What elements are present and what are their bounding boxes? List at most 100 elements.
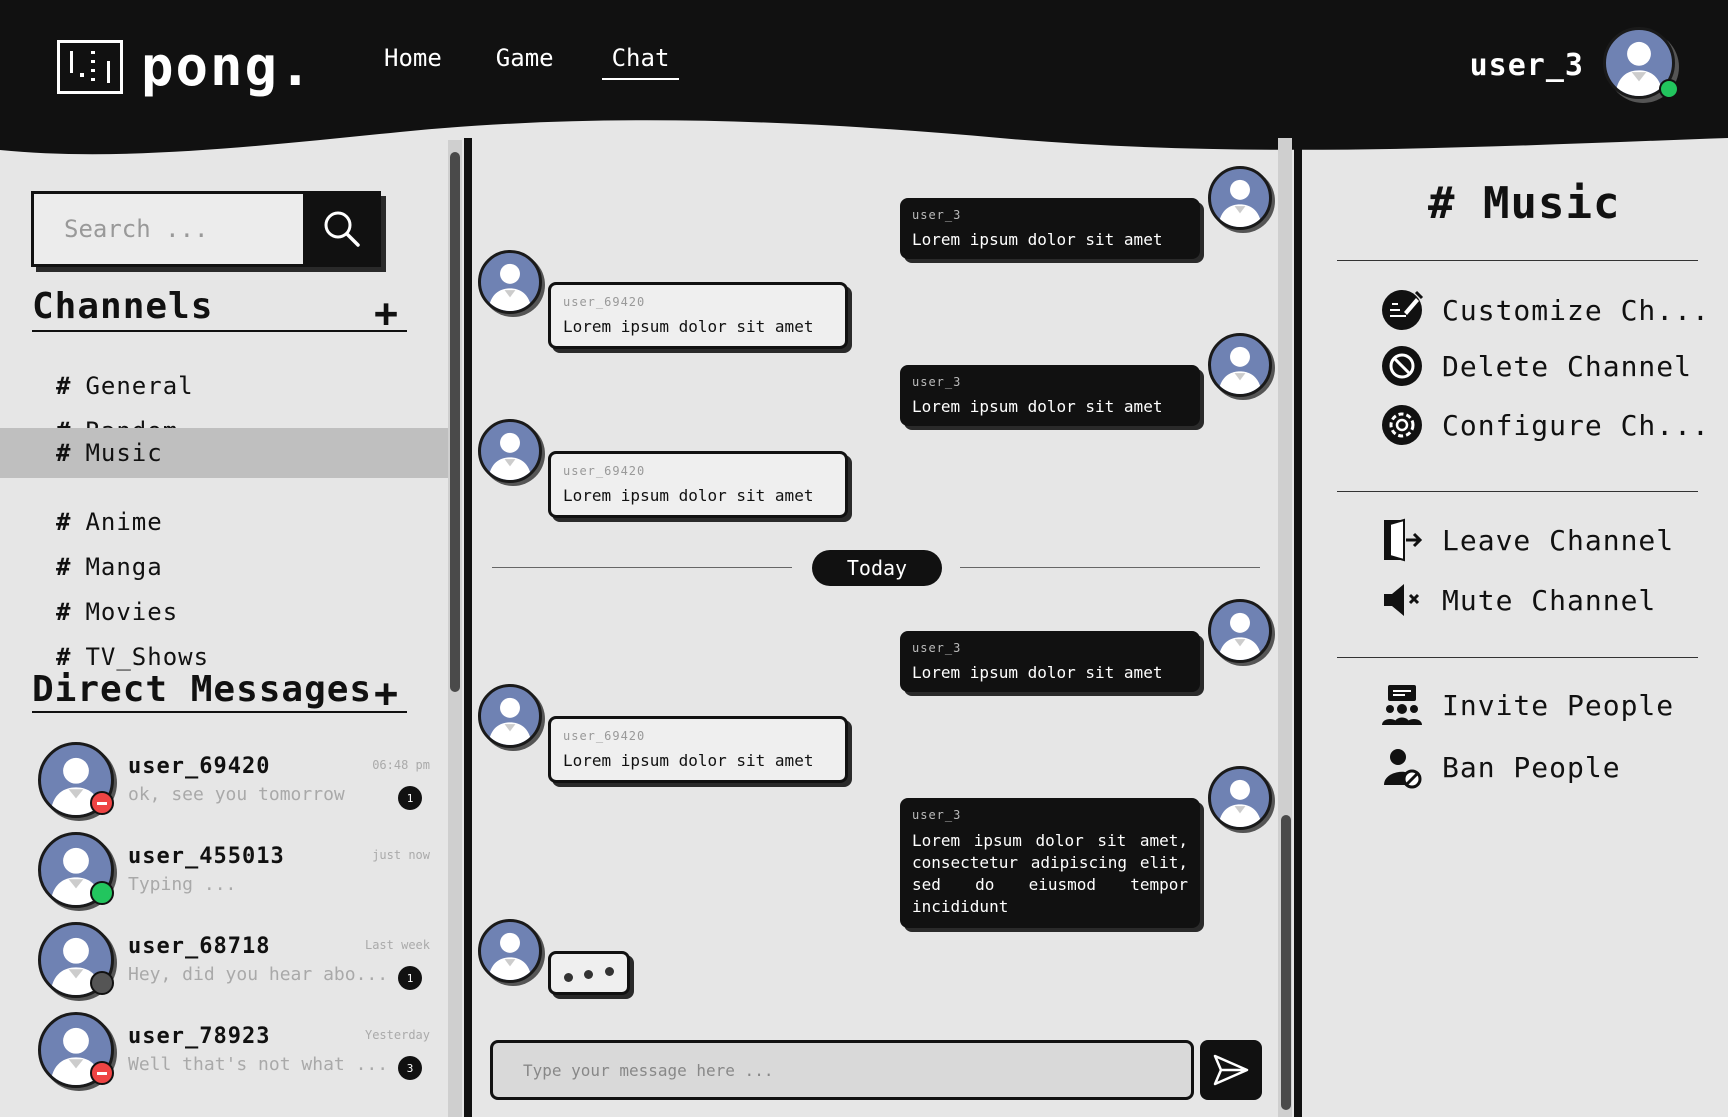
search-box: Search ... (31, 191, 381, 267)
panel-divider (1337, 260, 1698, 261)
sidebar-scrollbar[interactable] (450, 152, 460, 692)
invite-people-button[interactable]: Invite People (1380, 683, 1674, 727)
action-label: Ban People (1442, 750, 1621, 784)
avatar[interactable] (1208, 766, 1272, 830)
avatar[interactable] (1208, 599, 1272, 663)
channel-label: Music (85, 439, 163, 467)
channel-label: TV_Shows (85, 642, 210, 671)
channel-item-anime[interactable]: # Anime (0, 499, 448, 544)
dm-time: just now (372, 848, 430, 862)
dm-time: Last week (364, 938, 430, 952)
message-input[interactable]: Type your message here ... (490, 1040, 1194, 1100)
online-status-dot (1659, 79, 1679, 99)
search-icon (324, 211, 360, 247)
message-bubble-mine: user_3 Lorem ipsum dolor sit amet (900, 631, 1200, 692)
dm-username: user_68718 (128, 934, 271, 959)
avatar[interactable] (1208, 166, 1272, 230)
delete-channel-button[interactable]: Delete Channel (1380, 344, 1692, 388)
channel-item-music[interactable]: # Music (0, 428, 448, 478)
left-sidebar: Search ... Channels + #General #Random #… (0, 160, 448, 1117)
panel-divider (1337, 491, 1698, 492)
message-sender: user_69420 (563, 295, 646, 309)
current-user-avatar[interactable] (1603, 27, 1679, 99)
logo-text: pong. (141, 35, 314, 98)
top-header: pong. Home Game Chat user_3 (0, 0, 1728, 160)
message-bubble-other: user_69420 Lorem ipsum dolor sit amet (548, 282, 848, 349)
avatar[interactable] (478, 419, 542, 483)
app-logo[interactable]: pong. (57, 40, 314, 94)
message-text: Lorem ipsum dolor sit amet, consectetur … (912, 831, 1188, 916)
channel-item-manga[interactable]: # Manga (0, 544, 448, 589)
search-button[interactable] (303, 191, 381, 267)
typing-indicator (548, 951, 630, 995)
avatar[interactable] (478, 250, 542, 314)
message-bubble-other: user_69420 Lorem ipsum dolor sit amet (548, 716, 848, 783)
avatar[interactable] (478, 919, 542, 983)
speaker-mute-icon (1380, 578, 1424, 622)
gear-icon (1380, 403, 1424, 447)
message-sender: user_3 (912, 808, 962, 822)
ban-icon (1380, 344, 1424, 388)
message-sender: user_69420 (563, 729, 646, 743)
dm-item[interactable]: user_68718 Hey, did you hear abo... Last… (38, 920, 430, 1000)
message-bubble-mine: user_3 Lorem ipsum dolor sit amet (900, 365, 1200, 426)
channel-label: Manga (85, 552, 163, 581)
channel-title: # Music (1428, 178, 1621, 229)
channel-item-movies[interactable]: # Movies (0, 589, 448, 634)
avatar[interactable] (478, 684, 542, 748)
mute-channel-button[interactable]: Mute Channel (1380, 578, 1656, 622)
ban-user-icon (1380, 745, 1424, 789)
dm-item[interactable]: user_455013 Typing ... just now (38, 830, 430, 910)
search-input[interactable]: Search ... (31, 191, 303, 267)
action-label: Mute Channel (1442, 583, 1657, 617)
action-label: Invite People (1442, 688, 1675, 722)
customize-channel-button[interactable]: Customize Ch... (1380, 288, 1710, 332)
message-sender: user_69420 (563, 464, 646, 478)
unread-badge: 3 (398, 1056, 422, 1080)
dm-username: user_69420 (128, 754, 271, 779)
add-channel-button[interactable]: + (374, 294, 398, 334)
message-text: Lorem ipsum dolor sit amet (912, 397, 1163, 416)
hash-icon: # (56, 371, 72, 400)
message-text: Lorem ipsum dolor sit amet (563, 751, 814, 770)
dm-item[interactable]: user_69420 ok, see you tomorrow 06:48 pm… (38, 740, 430, 820)
message-bubble-mine: user_3 Lorem ipsum dolor sit amet (900, 198, 1200, 259)
channels-title: Channels (32, 286, 214, 327)
action-label: Delete Channel (1442, 349, 1693, 383)
add-dm-button[interactable]: + (374, 674, 398, 714)
dm-preview: Hey, did you hear abo... (128, 964, 389, 985)
message-text: Lorem ipsum dolor sit amet (912, 663, 1163, 682)
chat-scrollbar[interactable] (1281, 815, 1291, 1110)
message-text: Lorem ipsum dolor sit amet (912, 230, 1163, 249)
dm-item[interactable]: user_78923 Well that's not what ... Yest… (38, 1010, 430, 1090)
sidebar-divider (464, 138, 472, 1117)
dm-username: user_455013 (128, 844, 285, 869)
nav-chat[interactable]: Chat (601, 44, 680, 80)
leave-channel-button[interactable]: Leave Channel (1380, 518, 1674, 562)
configure-channel-button[interactable]: Configure Ch... (1380, 403, 1710, 447)
ban-people-button[interactable]: Ban People (1380, 745, 1621, 789)
channel-label: Movies (85, 597, 179, 626)
channel-label: General (85, 371, 194, 400)
current-user-name[interactable]: user_3 (1470, 48, 1584, 83)
offline-status-dot (90, 971, 114, 995)
message-sender: user_3 (912, 375, 962, 389)
unread-badge: 1 (398, 786, 422, 810)
channel-label: Anime (85, 507, 163, 536)
dm-divider (32, 711, 407, 713)
message-text: Lorem ipsum dolor sit amet (563, 317, 814, 336)
nav-game[interactable]: Game (490, 44, 560, 80)
dm-preview: ok, see you tomorrow (128, 784, 345, 805)
dm-time: Yesterday (364, 1028, 430, 1042)
online-status-dot (90, 881, 114, 905)
channel-item-general[interactable]: # General (0, 363, 448, 408)
nav-home[interactable]: Home (378, 44, 448, 80)
edit-signature-icon (1380, 288, 1424, 332)
date-separator-line (960, 567, 1260, 568)
avatar[interactable] (1208, 333, 1272, 397)
action-label: Configure Ch... (1442, 408, 1710, 442)
send-button[interactable] (1200, 1040, 1262, 1100)
send-icon (1213, 1054, 1249, 1086)
date-separator: Today (812, 550, 942, 586)
unread-badge: 1 (398, 966, 422, 990)
